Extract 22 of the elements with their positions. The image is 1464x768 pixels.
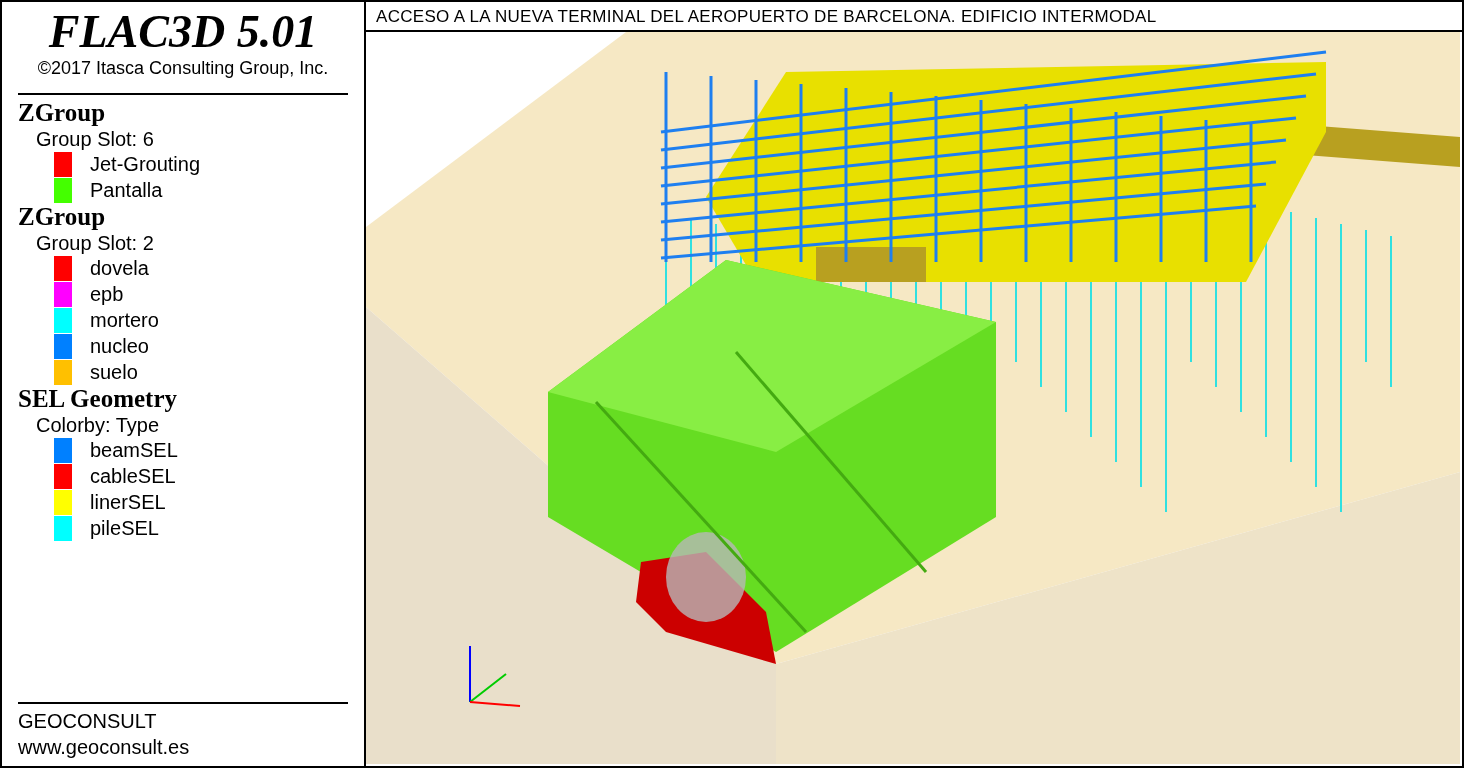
app-title: FLAC3D 5.01 xyxy=(47,6,319,58)
legend-subheading: Group Slot: 6 xyxy=(35,127,155,151)
legend-label: suelo xyxy=(90,360,138,384)
footer-text: GEOCONSULT xyxy=(18,709,158,734)
legend-heading: ZGroup xyxy=(18,203,107,231)
footer-text: www.geoconsult.es xyxy=(18,735,191,760)
legend-label: cableSEL xyxy=(90,464,176,488)
legend-label: dovela xyxy=(90,256,149,280)
legend-subheading: Colorby: Type xyxy=(35,413,161,437)
legend-label: beamSEL xyxy=(90,438,178,462)
legend-subheading: Group Slot: 2 xyxy=(35,231,155,255)
legend-label: pileSEL xyxy=(90,516,159,540)
legend-label: linerSEL xyxy=(90,490,166,514)
axes-icon xyxy=(466,644,522,708)
legend-label: Pantalla xyxy=(90,178,163,202)
legend-label: mortero xyxy=(90,308,159,332)
legend-label: Jet-Grouting xyxy=(90,152,201,176)
legend-label: epb xyxy=(90,282,124,306)
legend-heading: SEL Geometry xyxy=(18,385,178,413)
legend-heading: ZGroup xyxy=(18,99,107,127)
copyright-text: ©2017 Itasca Consulting Group, Inc. xyxy=(36,58,330,79)
legend-label: nucleo xyxy=(90,334,149,358)
